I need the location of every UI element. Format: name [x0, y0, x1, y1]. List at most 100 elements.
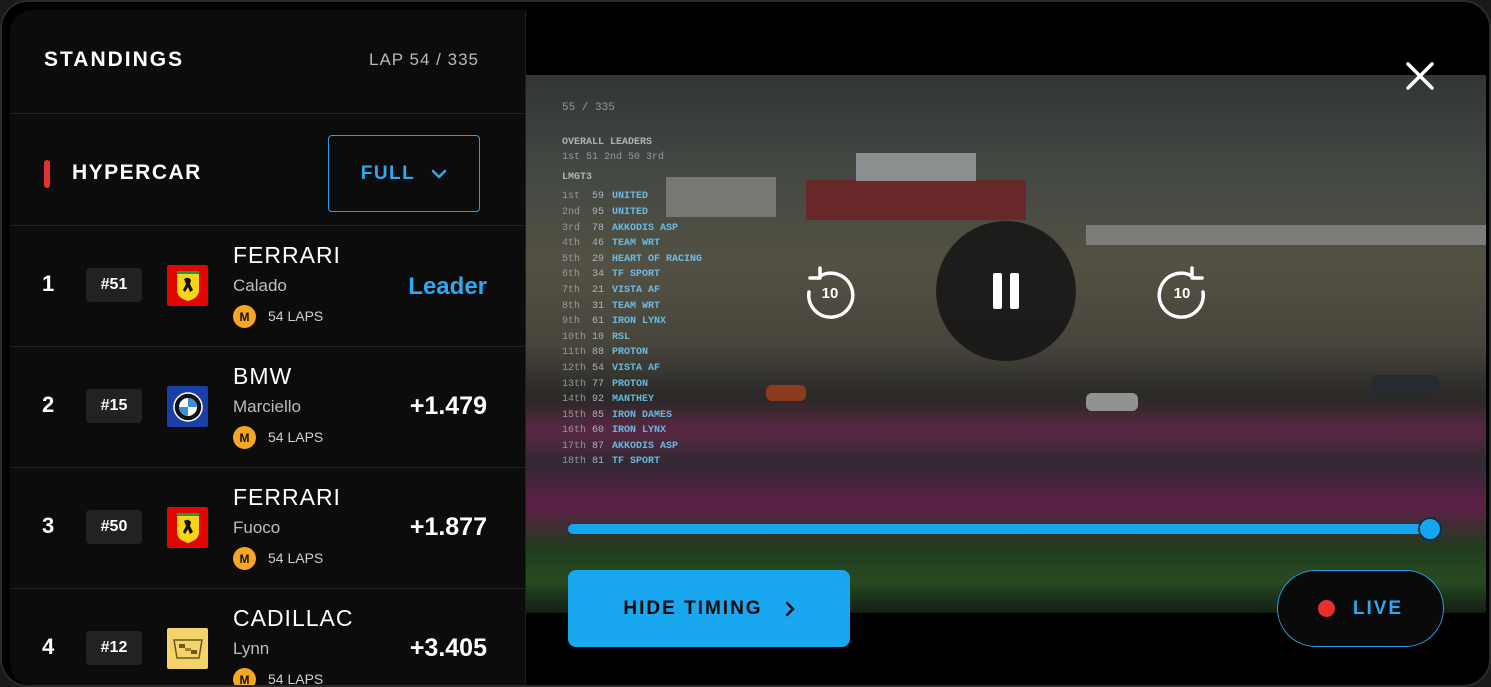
rewind-seconds: 10 — [821, 285, 839, 302]
overlay-position: 8th — [562, 300, 581, 312]
overlay-car-number: 78 — [592, 222, 605, 234]
overlay-position: 18th — [562, 456, 587, 468]
overlay-team: VISTA AF — [612, 362, 661, 374]
overlay-position: 9th — [562, 316, 581, 328]
overlay-entry: 11th 88 PROTON — [562, 345, 702, 361]
forward-seconds: 10 — [1173, 285, 1191, 302]
overlay-team: VISTA AF — [612, 284, 661, 296]
overlay-position: 13th — [562, 378, 587, 390]
lap-count: 54 LAPS — [268, 671, 324, 685]
overlay-entry: 8th 31 TEAM WRT — [562, 299, 702, 315]
close-button[interactable] — [1400, 56, 1440, 96]
overlay-car-number: 46 — [592, 238, 605, 250]
driver-name: Calado — [233, 276, 287, 295]
forward-10-button[interactable]: 10 — [1152, 262, 1212, 322]
position: 4 — [42, 634, 55, 659]
overlay-team: TF SPORT — [612, 456, 661, 468]
overlay-entry: 4th 46 TEAM WRT — [562, 236, 702, 252]
class-entries: 1st 59 UNITED 2nd 95 UNITED 3rd 78 AKKODIS ASP 4t… — [562, 189, 702, 470]
overlay-entry: 9th 61 IRON LYNX — [562, 314, 702, 330]
overlay-position: 17th — [562, 440, 587, 452]
car-number: #50 — [86, 510, 142, 544]
team-name: FERRARI — [233, 242, 341, 268]
car-number: #15 — [86, 389, 142, 423]
overlay-team: PROTON — [612, 378, 649, 390]
live-label: LIVE — [1352, 597, 1404, 619]
overlay-car-number: 54 — [592, 362, 605, 374]
overlay-car-number: 61 — [592, 316, 605, 328]
full-filter-dropdown[interactable]: FULL — [328, 135, 480, 212]
driver-name: Marciello — [233, 397, 302, 416]
standings-row[interactable]: 1 #51 FERRARI Calado M 54 LAPS Leader — [10, 226, 525, 347]
class-color-bar — [44, 160, 50, 188]
close-icon — [1406, 62, 1434, 90]
pause-button[interactable] — [936, 221, 1076, 361]
overlay-entry: 15th 85 IRON DAMES — [562, 408, 702, 424]
tyre-compound-badge: M — [233, 547, 256, 570]
overlay-car-number: 92 — [592, 394, 605, 406]
overlay-car-number: 59 — [592, 191, 605, 203]
overlay-team: RSL — [612, 331, 631, 343]
overall-leaders-title: OVERALL LEADERS — [562, 136, 653, 148]
standings-title: STANDINGS — [44, 48, 185, 71]
overlay-entry: 16th 60 IRON LYNX — [562, 423, 702, 439]
overlay-position: 11th — [562, 347, 587, 359]
progress-handle[interactable] — [1418, 517, 1442, 541]
overlay-position: 15th — [562, 409, 587, 421]
tyre-compound-badge: M — [233, 668, 256, 685]
overlay-position: 3rd — [562, 222, 581, 234]
overlay-position: 1st — [562, 191, 581, 203]
progress-bar[interactable] — [568, 524, 1430, 534]
position: 1 — [42, 271, 55, 296]
overlay-team: TF SPORT — [612, 269, 661, 281]
tyre-compound-badge: M — [233, 305, 256, 328]
cadillac-logo — [167, 628, 208, 669]
overlay-entry: 1st 59 UNITED — [562, 189, 702, 205]
rewind-10-button[interactable]: 10 — [800, 262, 860, 322]
class-title: LMGT3 — [562, 171, 593, 183]
live-indicator-dot — [1317, 600, 1335, 617]
overall-leaders-line: 1st 51 2nd 50 3rd — [562, 152, 665, 164]
overlay-car-number: 77 — [592, 378, 605, 390]
overlay-team: IRON LYNX — [612, 425, 667, 437]
broadcast-timing-overlay: 55 / 335 OVERALL LEADERS 1st 51 2nd 50 3… — [562, 101, 702, 470]
ferrari-logo — [167, 507, 208, 548]
bmw-logo — [167, 386, 208, 427]
overlay-car-number: 21 — [592, 284, 605, 296]
overlay-entry: 2nd 95 UNITED — [562, 205, 702, 221]
overlay-car-number: 29 — [592, 253, 605, 265]
overlay-team: AKKODIS ASP — [612, 222, 679, 234]
lap-counter: LAP 54 / 335 — [369, 50, 479, 69]
hide-timing-button[interactable]: HIDE TIMING — [568, 570, 850, 647]
standings-row[interactable]: 4 #12 CADILLAC Lynn M 54 LAPS +3.405 — [10, 589, 525, 685]
overlay-entry: 10th 10 RSL — [562, 330, 702, 346]
overlay-position: 2nd — [562, 206, 581, 218]
standings-row[interactable]: 2 #15 BMW Marciello M 54 LAPS +1.479 — [10, 347, 525, 468]
lap-count: 54 LAPS — [268, 429, 324, 445]
lap-count: 54 LAPS — [268, 308, 324, 324]
overlay-entry: 6th 34 TF SPORT — [562, 267, 702, 283]
overlay-team: IRON DAMES — [612, 409, 673, 421]
overlay-car-number: 10 — [592, 331, 605, 343]
overlay-position: 16th — [562, 425, 587, 437]
overlay-team: AKKODIS ASP — [612, 440, 679, 452]
overlay-team: UNITED — [612, 191, 649, 203]
hide-timing-label: HIDE TIMING — [623, 597, 763, 619]
overlay-team: IRON LYNX — [612, 316, 667, 328]
overlay-car-number: 87 — [592, 440, 605, 452]
standings-row[interactable]: 3 #50 FERRARI Fuoco M 54 LAPS +1.877 — [10, 468, 525, 589]
overlay-entry: 5th 29 HEART OF RACING — [562, 252, 702, 268]
overlay-team: PROTON — [612, 347, 649, 359]
live-button[interactable]: LIVE — [1277, 570, 1444, 647]
overlay-team: HEART OF RACING — [612, 253, 703, 265]
overlay-entry: 3rd 78 AKKODIS ASP — [562, 221, 702, 237]
overlay-team: MANTHEY — [612, 394, 655, 406]
chevron-right-icon — [785, 601, 794, 616]
overlay-car-number: 81 — [592, 456, 605, 468]
driver-name: Lynn — [233, 639, 270, 658]
tyre-compound-badge: M — [233, 426, 256, 449]
app-frame: STANDINGS LAP 54 / 335 HYPERCAR FULL 1 #… — [0, 0, 1491, 687]
pause-icon — [993, 273, 1019, 309]
team-name: CADILLAC — [233, 605, 354, 631]
car-number: #51 — [86, 268, 142, 302]
